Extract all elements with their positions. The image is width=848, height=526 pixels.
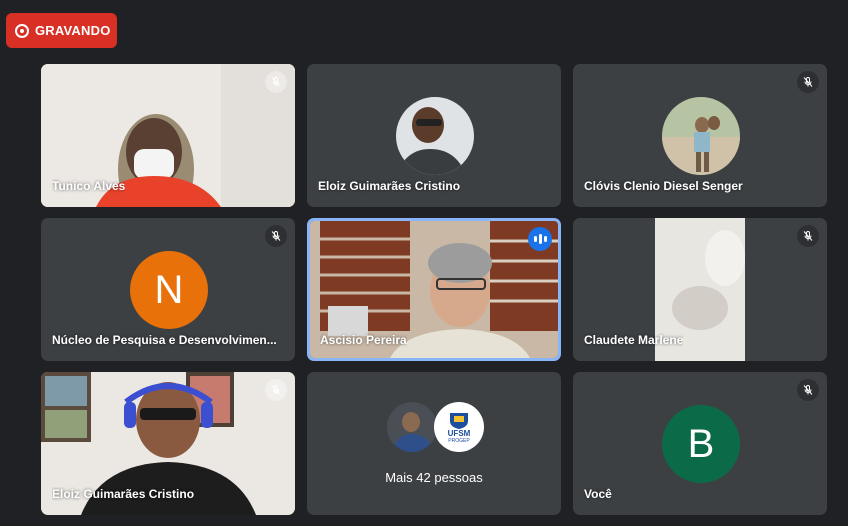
participant-name: Clóvis Clenio Diesel Senger [584,179,743,193]
recording-badge[interactable]: GRAVANDO [6,13,117,48]
participant-tile-tunico-alves[interactable]: Tunico Alves [41,64,295,207]
participant-name: Eloiz Guimarães Cristino [318,179,461,193]
mic-off-icon [797,379,819,401]
participant-tile-eloiz[interactable]: Eloiz Guimarães Cristino [307,64,561,207]
participant-name: Claudete Marlene [584,333,684,347]
participant-avatar-photo [387,402,437,452]
participant-initial-avatar: N [130,251,208,329]
mic-off-icon [797,71,819,93]
more-participants-label: Mais 42 pessoas [385,470,483,485]
audio-level-icon [528,227,552,251]
participant-tile-claudete[interactable]: Claudete Marlene [573,218,827,361]
mic-off-icon [265,71,287,93]
participant-tile-eloiz-camera[interactable]: Eloiz Guimarães Cristino [41,372,295,515]
participant-tile-clovis[interactable]: Clóvis Clenio Diesel Senger [573,64,827,207]
ufsm-crest-icon [450,412,468,429]
participant-tile-nucleo[interactable]: N Núcleo de Pesquisa e Desenvolvimen... [41,218,295,361]
mic-off-icon [797,225,819,247]
participant-initial-avatar: B [662,405,740,483]
participant-name: Você [584,487,612,501]
participant-tile-ascisio[interactable]: Ascisio Pereira [307,218,561,361]
mic-off-icon [265,379,287,401]
mic-off-icon [265,225,287,247]
participant-tile-self[interactable]: B Você [573,372,827,515]
participant-name: Núcleo de Pesquisa e Desenvolvimen... [52,333,277,347]
ufsm-logo: UFSM PROGEP [434,402,484,452]
recording-label: GRAVANDO [35,23,111,38]
participant-avatar-photo [662,97,740,175]
participant-name: Ascisio Pereira [320,333,407,347]
more-participants-tile[interactable]: UFSM PROGEP Mais 42 pessoas [307,372,561,515]
participant-avatar-photo [396,97,474,175]
record-icon [15,23,29,38]
participant-name: Tunico Alves [52,179,126,193]
participant-name: Eloiz Guimarães Cristino [52,487,195,501]
